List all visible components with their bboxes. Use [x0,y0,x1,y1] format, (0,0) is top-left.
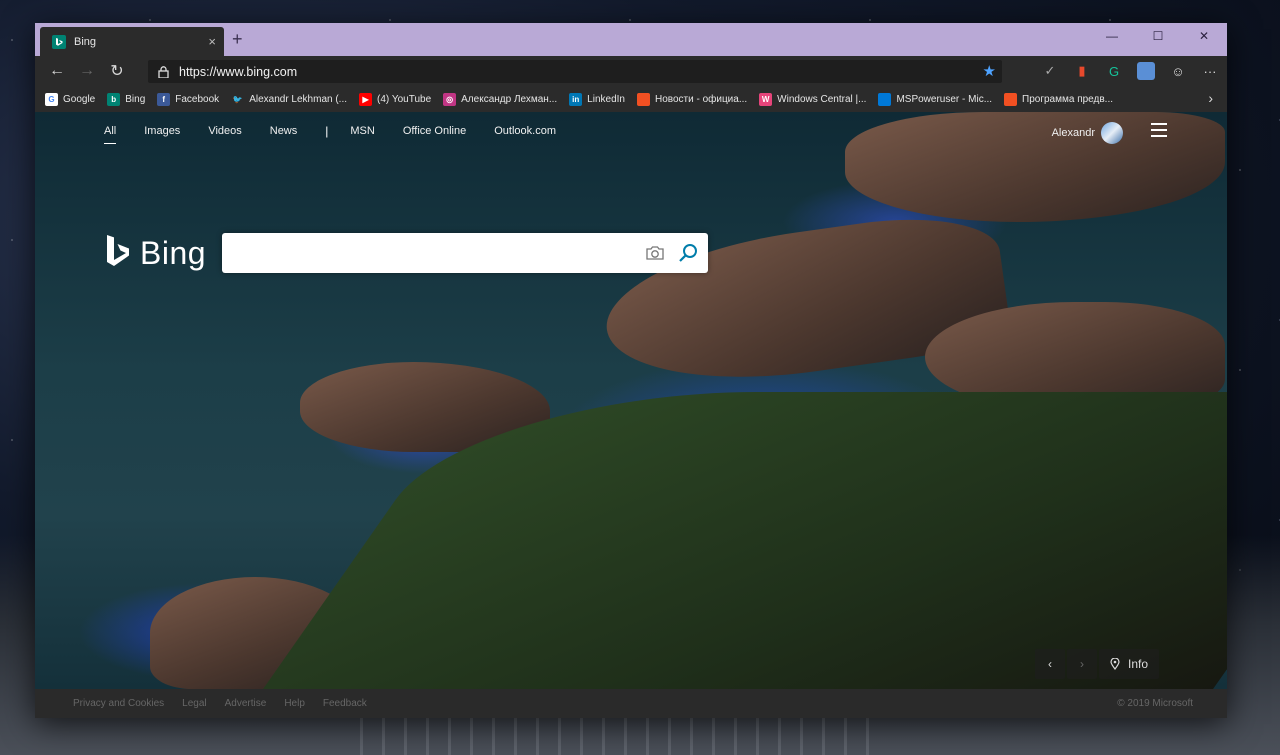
grammarly-icon[interactable]: G [1105,62,1123,80]
favorite-site-icon: in [569,92,583,106]
favorite-item[interactable]: ▶ (4) YouTube [359,92,432,106]
nav-videos[interactable]: Videos [208,125,241,137]
user-name[interactable]: Alexandr [1052,127,1095,139]
favorite-item[interactable]: in LinkedIn [569,92,625,106]
favorite-site-icon [636,92,650,106]
favorite-item[interactable]: W Windows Central |... [759,92,867,106]
favorite-site-icon: f [157,92,171,106]
rock-shape [845,112,1225,222]
nav-link-office-online[interactable]: Office Online [403,125,466,137]
address-url[interactable]: https://www.bing.com [179,65,297,79]
smiley-icon[interactable]: ☺ [1169,62,1187,80]
title-bar: Bing × + — ☐ ✕ [35,23,1227,56]
favorite-site-icon: b [107,92,121,106]
favorites-bar: G Google b Bing f Facebook 🐦 Alexandr Lekhman (… [35,86,1227,113]
nav-link-msn[interactable]: MSN [350,125,374,137]
footer-link[interactable]: Advertise [225,698,267,709]
more-icon[interactable]: ··· [1201,62,1219,80]
maximize-button[interactable]: ☐ [1135,23,1181,49]
extensions-area: ✓ ▮ G ☺ ··· [1041,56,1219,86]
favorite-label: Alexandr Lekhman (... [249,93,348,105]
footer-links: Privacy and Cookies Legal Advertise Help Fee… [73,698,385,709]
footer-link[interactable]: Legal [182,698,206,709]
tab-title: Bing [74,35,97,48]
favorite-label: MSPoweruser - Mic... [896,93,993,105]
window-controls: — ☐ ✕ [1089,23,1227,49]
favorite-site-icon [878,92,892,106]
user-account[interactable]: Alexandr [1052,122,1123,144]
favorite-item[interactable]: f Facebook [157,92,220,106]
favorites-more-icon[interactable]: › [1208,90,1213,106]
footer-link[interactable]: Help [284,698,305,709]
favorite-label: LinkedIn [587,93,625,105]
close-window-button[interactable]: ✕ [1181,23,1227,49]
favorite-item[interactable]: G Google [45,92,96,106]
favorite-label: Программа предв... [1022,93,1114,105]
next-image-button[interactable]: › [1067,649,1097,679]
info-label: Info [1127,657,1148,671]
nav-separator: | [325,124,329,138]
tab-bing[interactable]: Bing × [40,27,224,56]
back-button[interactable]: ← [42,56,72,86]
favorite-label: (4) YouTube [377,93,432,105]
avatar[interactable] [1101,122,1123,144]
footer-link[interactable]: Feedback [323,698,367,709]
page-footer: Privacy and Cookies Legal Advertise Help Fee… [35,689,1227,718]
favorite-label: Windows Central |... [777,93,867,105]
camera-search-icon[interactable] [645,244,665,262]
navigation-bar: ← → ↻ https://www.bing.com ★ ✓ ▮ G ☺ ··· [35,56,1227,86]
favorite-item[interactable]: b Bing [107,92,146,106]
favorite-item[interactable]: Программа предв... [1004,92,1114,106]
tab-close-icon[interactable]: × [208,34,216,49]
browser-window: Bing × + — ☐ ✕ ← → ↻ https://www.bing.co… [35,23,1227,718]
favorite-site-icon: ▶ [359,92,373,106]
favorite-label: Facebook [175,93,220,105]
favorite-label: Bing [125,93,146,105]
search-box[interactable] [222,233,708,275]
menu-hamburger-icon[interactable] [1151,123,1167,137]
minimize-button[interactable]: — [1089,23,1135,49]
favorite-item[interactable]: ◎ Александр Лехман... [443,92,558,106]
bing-top-nav: All Images Videos News | MSN Office Online Outl… [104,124,584,144]
nav-images[interactable]: Images [144,125,180,137]
forward-button[interactable]: → [72,56,102,86]
favorite-item[interactable]: MSPoweruser - Mic... [878,92,993,106]
location-pin-icon [1110,658,1120,670]
address-bar[interactable]: https://www.bing.com ★ [148,60,1002,83]
office-icon[interactable]: ▮ [1073,62,1091,80]
favorite-label: Новости - официа... [654,93,748,105]
favorite-site-icon [1004,92,1018,106]
favorite-site-icon: W [759,92,773,106]
favorite-site-icon: ◎ [443,92,457,106]
profile-icon[interactable] [1137,62,1155,80]
bing-favicon-icon [52,34,66,49]
favorite-item[interactable]: Новости - официа... [636,92,748,106]
previous-image-button[interactable]: ‹ [1035,649,1065,679]
search-input[interactable] [222,233,636,275]
nav-all[interactable]: All [104,125,117,144]
bing-logo-icon [107,235,129,266]
desktop-railing [360,715,880,755]
bing-logo[interactable]: Bing [104,233,206,273]
favorite-label: Александр Лехман... [461,93,558,105]
lock-icon [158,65,169,78]
search-icon[interactable] [678,243,698,263]
footer-link[interactable]: Privacy and Cookies [73,698,164,709]
image-info-button[interactable]: Info [1099,649,1159,679]
image-controls: ‹ › Info [1035,649,1159,679]
ext-check-icon[interactable]: ✓ [1041,62,1059,80]
nav-news[interactable]: News [270,125,298,137]
nav-link-outlook-com[interactable]: Outlook.com [494,125,556,137]
favorite-site-icon: G [45,92,58,106]
favorite-site-icon: 🐦 [232,94,243,104]
bing-page: All Images Videos News | MSN Office Online Outl… [35,112,1227,689]
new-tab-button[interactable]: + [232,29,243,50]
favorite-star-icon[interactable]: ★ [983,62,996,80]
copyright: © 2019 Microsoft [1117,698,1193,709]
refresh-button[interactable]: ↻ [102,56,132,86]
favorite-label: Google [63,93,96,105]
favorite-item[interactable]: 🐦 Alexandr Lekhman (... [231,93,347,106]
bing-logo-text: Bing [140,234,207,271]
